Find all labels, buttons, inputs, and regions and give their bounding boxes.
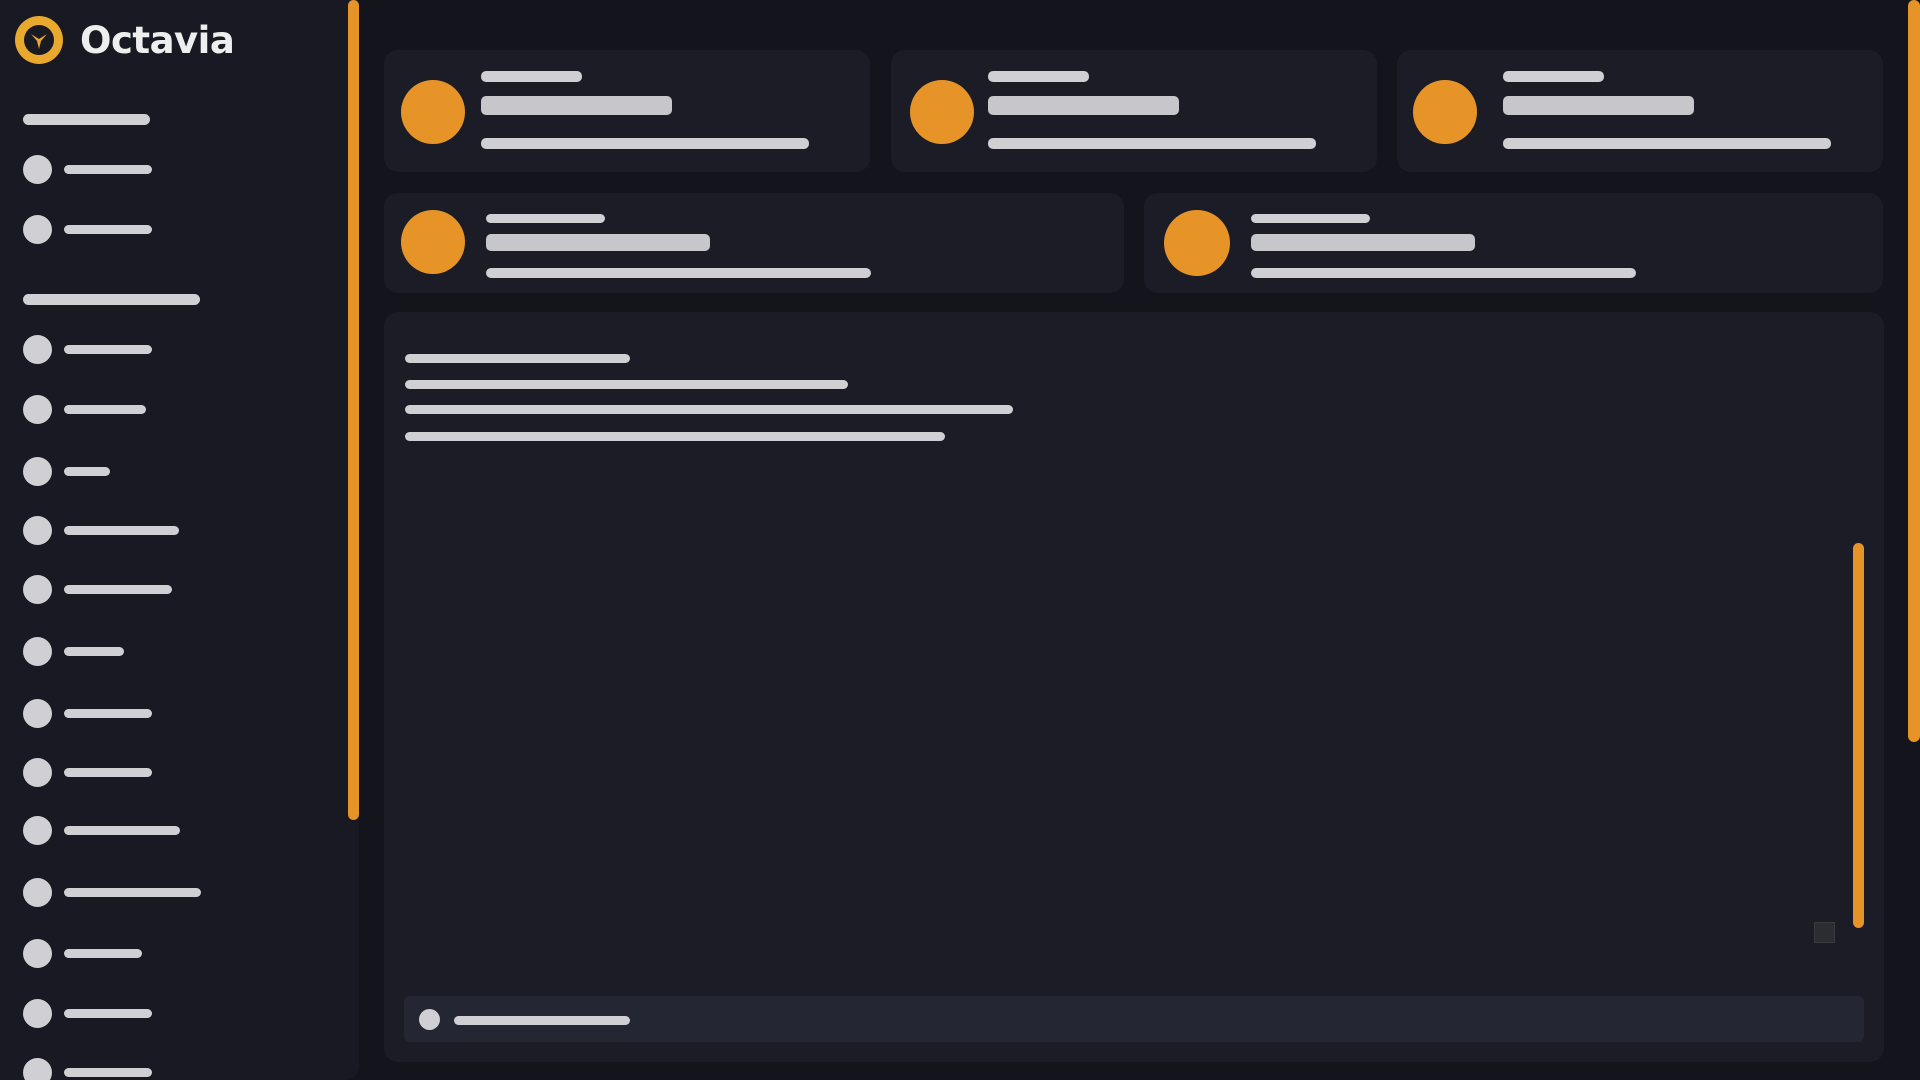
sidebar-item[interactable]	[23, 938, 142, 968]
sidebar-item-label	[64, 404, 146, 414]
sidebar-item[interactable]	[23, 574, 172, 604]
sidebar-item[interactable]	[23, 456, 110, 486]
circle-placeholder-icon	[23, 515, 52, 545]
sidebar-item[interactable]	[23, 515, 179, 545]
circle-placeholder-icon	[23, 214, 52, 244]
sidebar-item-label	[64, 224, 152, 234]
circle-placeholder-icon	[23, 456, 52, 486]
panel-text-line	[405, 354, 630, 363]
card-value	[486, 234, 710, 251]
sidebar-item[interactable]	[23, 698, 152, 728]
sidebar-item-label	[64, 1008, 152, 1018]
sidebar-item-label	[64, 584, 172, 594]
sidebar-item[interactable]	[23, 1057, 152, 1080]
sidebar-item-label	[64, 344, 152, 354]
card-caption	[486, 268, 871, 278]
circle-placeholder-icon	[23, 636, 52, 666]
circle-placeholder-icon	[23, 154, 52, 184]
sidebar-item[interactable]	[23, 636, 124, 666]
circle-placeholder-icon	[23, 1057, 52, 1080]
card-label	[988, 71, 1089, 82]
sidebar-item[interactable]	[23, 998, 152, 1028]
sidebar-item[interactable]	[23, 214, 152, 244]
sidebar-item-label	[64, 948, 142, 958]
sidebar: Octavia	[0, 0, 359, 1080]
sidebar-item-label	[64, 646, 124, 656]
card-label	[481, 71, 582, 82]
circle-placeholder-icon	[23, 815, 52, 845]
input-icon	[419, 1009, 440, 1030]
card-caption	[988, 138, 1316, 149]
sidebar-item[interactable]	[23, 334, 152, 364]
sidebar-item[interactable]	[23, 815, 180, 845]
sidebar-item-label	[64, 825, 180, 835]
orange-circle-icon	[910, 80, 974, 144]
circle-placeholder-icon	[23, 334, 52, 364]
sidebar-item[interactable]	[23, 394, 146, 424]
card-value	[1503, 96, 1694, 115]
card-caption	[481, 138, 809, 149]
orange-circle-icon	[401, 210, 465, 274]
circle-placeholder-icon	[23, 938, 52, 968]
sidebar-item[interactable]	[23, 154, 152, 184]
panel-scrollbar[interactable]	[1853, 543, 1864, 928]
circle-placeholder-icon	[23, 574, 52, 604]
circle-placeholder-icon	[23, 757, 52, 787]
circle-placeholder-icon	[23, 877, 52, 907]
circle-placeholder-icon	[23, 698, 52, 728]
brand[interactable]: Octavia	[15, 15, 235, 65]
card-value	[481, 96, 672, 115]
sidebar-item-label	[64, 1067, 152, 1077]
panel-text-line	[405, 380, 848, 389]
card-value	[988, 96, 1179, 115]
card-caption	[1251, 268, 1636, 278]
card-value	[1251, 234, 1475, 251]
circle-placeholder-icon	[23, 394, 52, 424]
card-label	[486, 214, 605, 223]
card-label	[1251, 214, 1370, 223]
orange-circle-icon	[401, 80, 465, 144]
sidebar-item[interactable]	[23, 877, 201, 907]
sidebar-item-label	[64, 887, 201, 897]
sidebar-item[interactable]	[23, 757, 152, 787]
resize-handle[interactable]	[1814, 922, 1835, 943]
sidebar-item-label	[64, 466, 110, 476]
sidebar-item-label	[64, 164, 152, 174]
card-label	[1503, 71, 1604, 82]
sidebar-item-label	[64, 767, 152, 777]
octavia-logo-icon	[15, 16, 63, 64]
sidebar-section-heading	[23, 294, 200, 305]
circle-placeholder-icon	[23, 998, 52, 1028]
sidebar-item-label	[64, 525, 179, 535]
page-scrollbar[interactable]	[1908, 0, 1920, 742]
panel-text-line	[405, 432, 945, 441]
orange-circle-icon	[1164, 210, 1230, 276]
app-name: Octavia	[80, 18, 235, 62]
sidebar-item-label	[64, 708, 152, 718]
orange-circle-icon	[1413, 80, 1477, 144]
sidebar-section-heading	[23, 114, 150, 125]
input-placeholder	[454, 1016, 630, 1025]
sidebar-scrollbar[interactable]	[348, 0, 359, 820]
content-panel	[384, 312, 1884, 1062]
card-caption	[1503, 138, 1831, 149]
panel-text-line	[405, 405, 1013, 414]
